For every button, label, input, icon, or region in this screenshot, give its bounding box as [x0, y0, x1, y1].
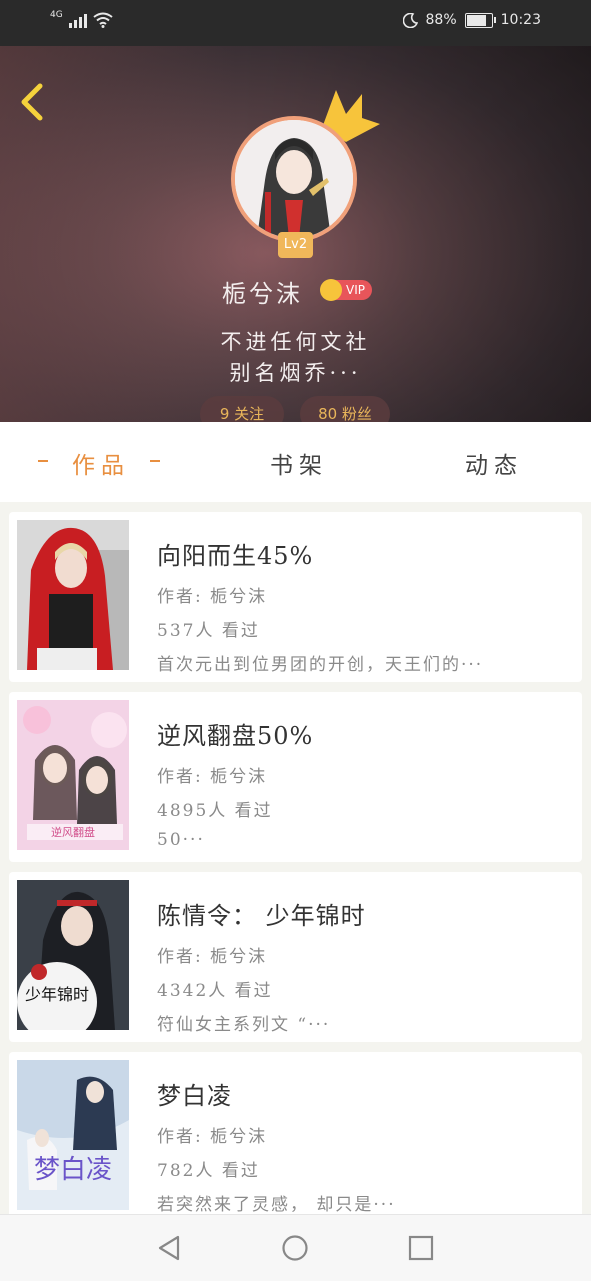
- work-author: 作者: 栀兮沫: [157, 587, 268, 607]
- svg-text:梦白凌: 梦白凌: [34, 1155, 112, 1185]
- bio-line-2: 别名烟乔···: [229, 361, 362, 385]
- tab-bar: 作品 书架 动态: [0, 422, 591, 502]
- nav-home-icon[interactable]: [280, 1233, 310, 1263]
- moon-icon: [402, 12, 418, 28]
- tab-bookshelf[interactable]: 书架: [270, 446, 328, 480]
- work-summary: 若突然来了灵感， 却只是···: [157, 1195, 396, 1215]
- work-title: 梦白凌: [157, 1082, 232, 1110]
- work-title: 向阳而生45%: [157, 542, 314, 570]
- tab-indicator-left: [38, 460, 48, 462]
- work-summary: 50···: [157, 830, 205, 850]
- work-views: 537人 看过: [157, 621, 260, 641]
- battery-icon: [464, 12, 496, 28]
- vip-coin-icon: [320, 279, 342, 301]
- nav-recents-icon[interactable]: [406, 1233, 436, 1263]
- work-title: 逆风翻盘50%: [157, 722, 314, 750]
- nav-back-icon[interactable]: [154, 1233, 184, 1263]
- status-bar: 4G 88% 10:23: [0, 0, 591, 46]
- work-cover-image: 少年锦时: [17, 880, 129, 1030]
- work-author: 作者: 栀兮沫: [157, 1127, 268, 1147]
- work-views: 782人 看过: [157, 1161, 260, 1181]
- svg-text:少年锦时: 少年锦时: [25, 985, 89, 1004]
- work-title: 陈情令： 少年锦时: [157, 902, 366, 930]
- username: 栀兮沫: [222, 280, 303, 308]
- back-arrow-icon[interactable]: [16, 82, 50, 122]
- profile-header: Lv2 栀兮沫 VIP 不进任何文社 别名烟乔··· 9 关注 80 粉丝: [0, 46, 591, 422]
- level-badge: Lv2: [278, 232, 313, 258]
- signal-icon: [68, 12, 87, 28]
- work-card[interactable]: 梦白凌 梦白凌 作者: 栀兮沫 782人 看过 若突然来了灵感， 却只是···: [9, 1052, 582, 1222]
- tab-indicator-right: [150, 460, 160, 462]
- work-card[interactable]: 逆风翻盘 逆风翻盘50% 作者: 栀兮沫 4895人 看过 50···: [9, 692, 582, 862]
- work-views: 4342人 看过: [157, 981, 273, 1001]
- svg-text:逆风翻盘: 逆风翻盘: [51, 825, 95, 839]
- tab-activity[interactable]: 动态: [465, 446, 523, 480]
- avatar-image: [235, 120, 353, 238]
- vip-badge: VIP: [320, 279, 372, 301]
- network-label: 4G: [50, 10, 63, 20]
- battery-percent: 88%: [425, 12, 457, 28]
- work-cover-image: [17, 520, 129, 670]
- work-cover-image: 梦白凌: [17, 1060, 129, 1210]
- work-summary: 符仙女主系列文 “···: [157, 1015, 331, 1035]
- work-cover-image: 逆风翻盘: [17, 700, 129, 850]
- work-summary: 首次元出到位男团的开创，天王们的···: [157, 655, 484, 675]
- work-views: 4895人 看过: [157, 801, 273, 821]
- work-card[interactable]: 少年锦时 陈情令： 少年锦时 作者: 栀兮沫 4342人 看过 符仙女主系列文 …: [9, 872, 582, 1042]
- clock: 10:23: [500, 12, 541, 28]
- system-nav-bar: [0, 1214, 591, 1281]
- tab-works[interactable]: 作品: [72, 446, 130, 480]
- work-author: 作者: 栀兮沫: [157, 767, 268, 787]
- work-author: 作者: 栀兮沫: [157, 947, 268, 967]
- followers-pill[interactable]: 80 粉丝: [300, 396, 390, 422]
- work-card[interactable]: 向阳而生45% 作者: 栀兮沫 537人 看过 首次元出到位男团的开创，天王们的…: [9, 512, 582, 682]
- vip-label: VIP: [346, 283, 365, 297]
- following-pill[interactable]: 9 关注: [200, 396, 284, 422]
- wifi-icon: [93, 12, 113, 28]
- avatar[interactable]: [231, 116, 357, 242]
- bio-line-1: 不进任何文社: [220, 330, 371, 354]
